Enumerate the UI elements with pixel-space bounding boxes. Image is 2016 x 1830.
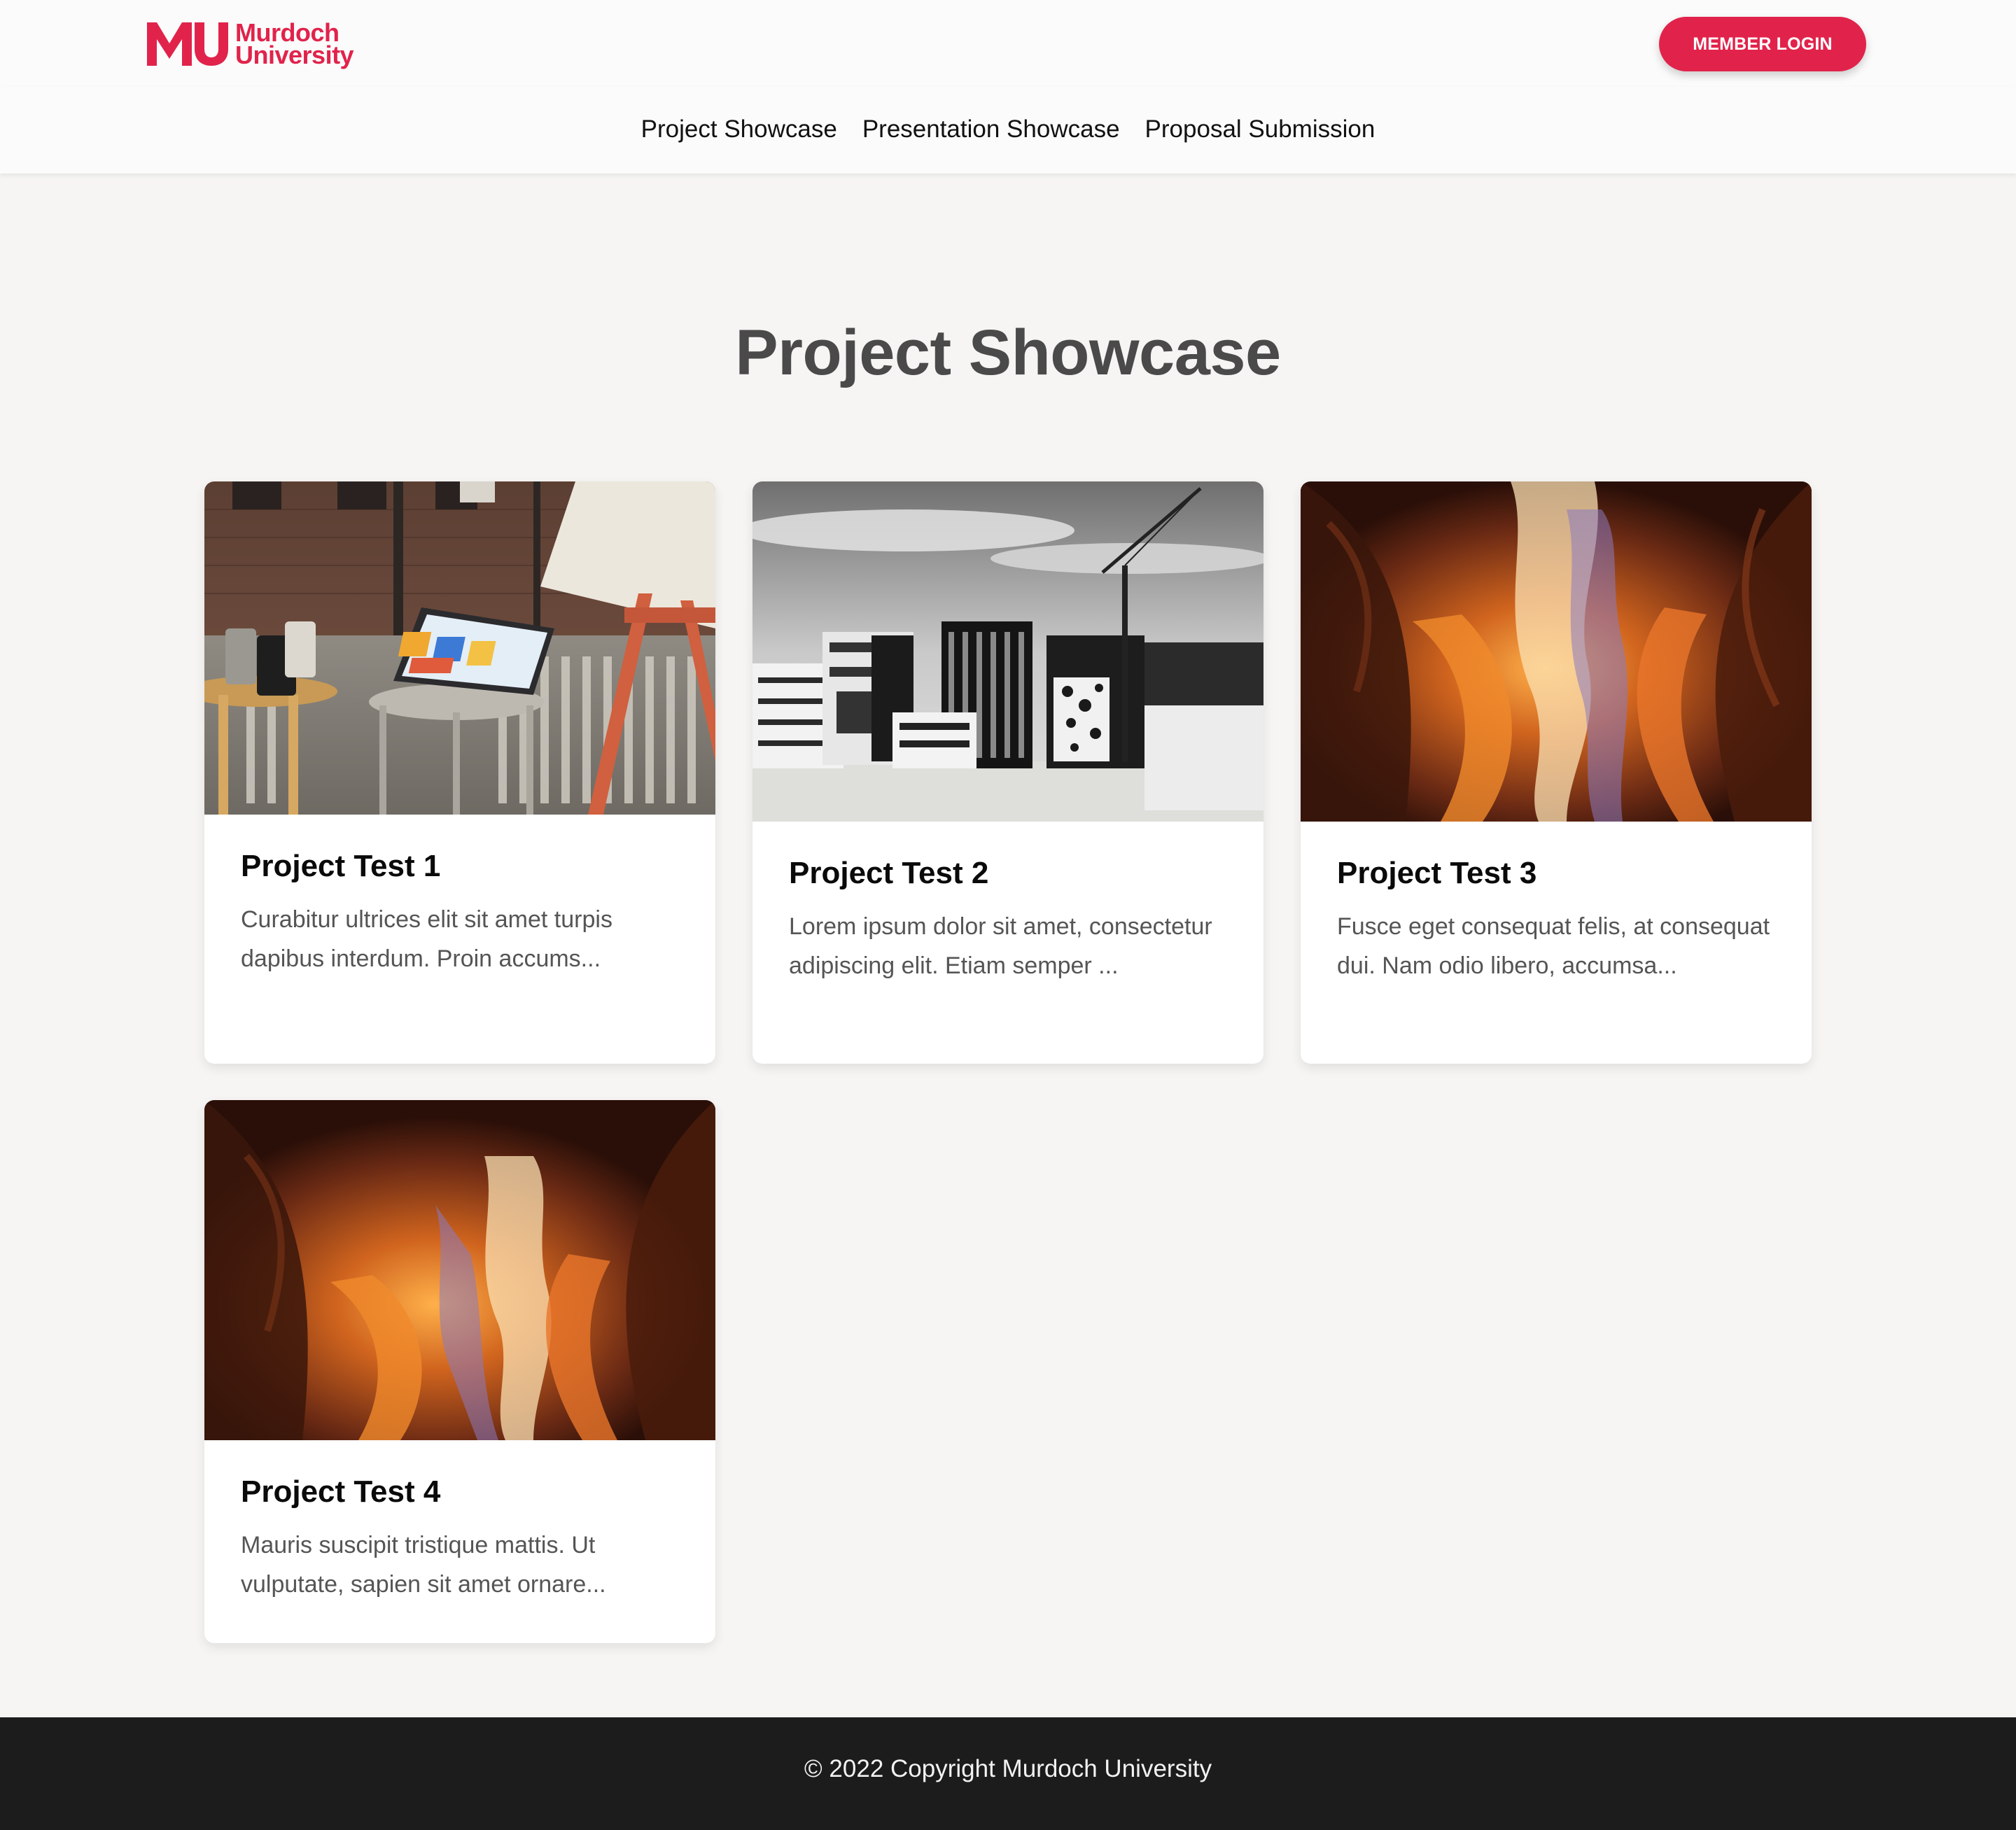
card-title: Project Test 3 [1337,856,1537,890]
card-title: Project Test 2 [789,856,989,890]
card-excerpt: Curabitur ultrices elit sit amet turpis … [241,906,612,973]
project-card[interactable]: Project Test 2 Lorem ipsum dolor sit ame… [752,481,1264,1064]
top-header: Murdoch University MEMBER LOGIN [0,0,2016,87]
card-excerpt: Fusce eget consequat felis, at consequat… [1337,913,1770,980]
card-excerpt: Lorem ipsum dolor sit amet, consectetur … [789,913,1212,980]
card-body: Project Test 2 Lorem ipsum dolor sit ame… [752,822,1264,985]
project-card[interactable]: Project Test 4 Mauris suscipit tristique… [204,1100,715,1643]
murdoch-logo[interactable]: Murdoch University [147,20,354,69]
card-title: Project Test 4 [241,1474,441,1509]
nav-project-showcase[interactable]: Project Showcase [641,115,837,145]
project-card[interactable]: Project Test 3 Fusce eget consequat feli… [1301,481,1812,1064]
member-login-button[interactable]: MEMBER LOGIN [1659,17,1866,71]
project-thumbnail-city [752,481,1264,822]
page-title: Project Showcase [735,317,1281,388]
page-footer: © 2022 Copyright Murdoch University [0,1717,2016,1830]
card-body: Project Test 1 Curabitur ultrices elit s… [204,815,715,978]
project-thumbnail-laptop [204,481,715,815]
main-nav: Project Showcase Presentation Showcase P… [0,87,2016,174]
card-excerpt: Mauris suscipit tristique mattis. Ut vul… [241,1532,606,1598]
nav-presentation-showcase[interactable]: Presentation Showcase [862,115,1120,145]
project-thumbnail-canyon [1301,481,1812,822]
project-thumbnail-canyon [204,1100,715,1440]
footer-copyright: © 2022 Copyright Murdoch University [804,1754,1212,1782]
card-title: Project Test 1 [241,849,441,883]
project-card[interactable]: Project Test 1 Curabitur ultrices elit s… [204,481,715,1064]
mu-logo-icon [147,22,228,66]
logo-wordmark: Murdoch University [235,20,354,69]
card-body: Project Test 4 Mauris suscipit tristique… [204,1440,715,1604]
card-body: Project Test 3 Fusce eget consequat feli… [1301,822,1812,985]
logo-line-2: University [235,41,354,69]
nav-proposal-submission[interactable]: Proposal Submission [1145,115,1376,145]
